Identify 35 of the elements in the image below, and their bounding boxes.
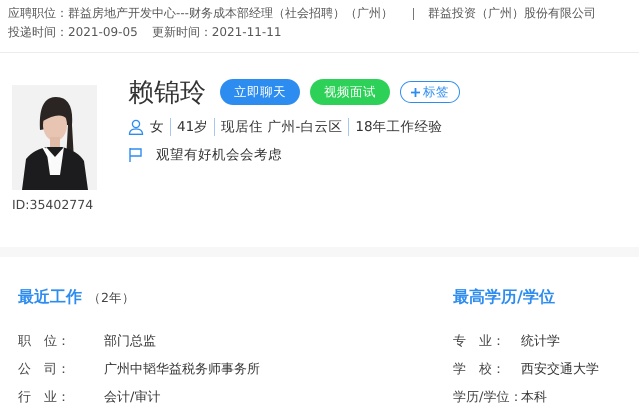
field-value: 会计/审计 [104,389,160,406]
field-label: 学历/学位： [453,389,521,406]
field-label: 公 司： [18,361,71,378]
date-text: 2021-11-11 [212,24,282,41]
field-label: 更新时间： [152,24,212,41]
profile-fact: 现居住 广州-白云区 [214,118,348,136]
add-tag-button[interactable]: 标签 [400,81,460,103]
person-icon [128,119,144,135]
candidate-name: 赖锦玲 [128,76,206,110]
profile-fact: 女 [150,118,165,136]
profile-fact: 18年工作经验 [348,118,449,136]
plus-icon [411,88,420,96]
chat-button[interactable]: 立即聊天 [220,79,300,105]
section-heading: 最近工作 [18,287,82,308]
section-heading: 最高学历/学位 [453,287,555,308]
field-value: 统计学 [521,333,560,350]
job-title: 群益房地产开发中心---财务成本部经理（社会招聘）（广州） [68,5,393,22]
field-label: 职 位： [18,333,71,350]
company-name: 群益投资（广州）股份有限公司 [428,5,596,22]
field-value: 本科 [521,389,547,406]
candidate-id: ID:35402774 [12,197,94,212]
job-status: 观望有好机会会考虑 [155,146,283,164]
field-value: 广州中韬华益税务师事务所 [104,361,260,378]
date-text: 2021-09-05 [68,24,138,41]
field-label: 应聘职位： [8,5,68,22]
field-label: 学 校： [453,361,506,378]
field-value: 西安交通大学 [521,361,599,378]
video-button[interactable]: 视频面试 [310,79,390,105]
duration-text: （2年） [88,290,135,307]
field-label: 行 业： [18,389,71,406]
field-label: 专 业： [453,333,506,350]
field-label: 投递时间： [8,24,68,41]
field-value: 部门总监 [104,333,156,350]
flag-icon [128,147,144,163]
profile-fact: 41岁 [170,118,214,136]
